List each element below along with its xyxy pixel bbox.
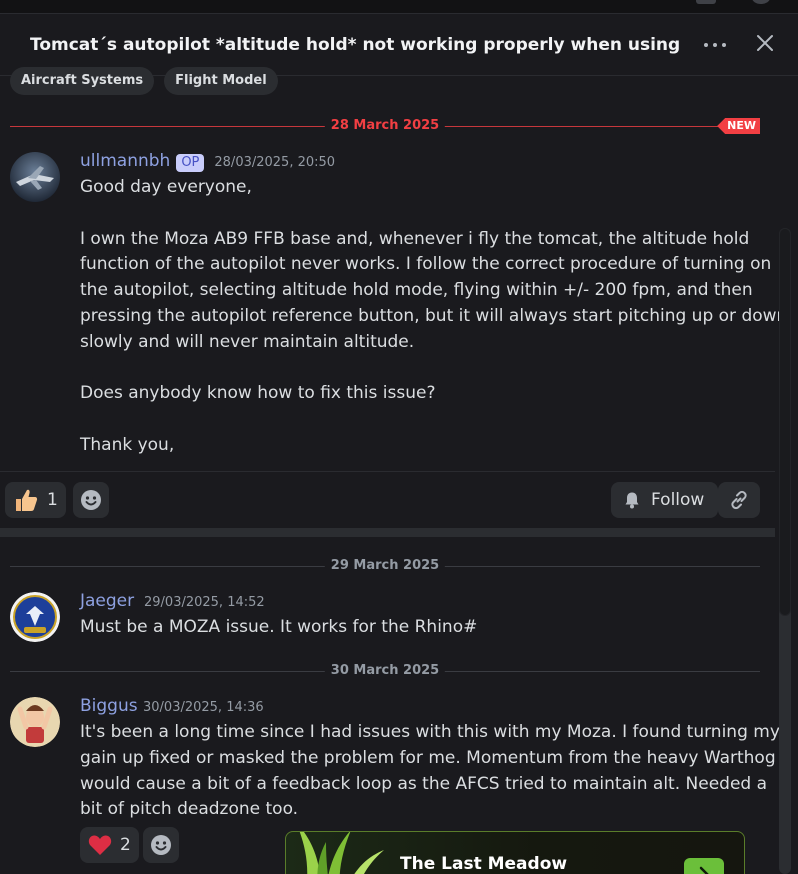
avatar[interactable] xyxy=(10,592,60,642)
reaction-count: 2 xyxy=(120,835,131,855)
date-divider-new: 28 March 2025 NEW xyxy=(10,116,760,136)
message-blank-line xyxy=(80,407,760,433)
thumbs-up-emoji xyxy=(16,489,38,511)
message-line: bit of pitch deadzone too. xyxy=(80,799,299,820)
reaction-heart[interactable]: 2 xyxy=(80,827,139,863)
message-line: It's been a long time since I had issues… xyxy=(80,722,780,742)
add-reaction-button[interactable] xyxy=(73,482,109,518)
message-line: pressing the autopilot reference button,… xyxy=(80,305,788,326)
help-icon[interactable] xyxy=(752,0,770,4)
message-line: Must be a MOZA issue. It works for the R… xyxy=(80,617,478,637)
message-line: would cause a bit of a feedback loop as … xyxy=(80,773,768,794)
avatar[interactable] xyxy=(10,697,60,747)
timestamp: 28/03/2025, 20:50 xyxy=(214,155,336,170)
link-icon xyxy=(731,490,747,510)
follow-label: Follow xyxy=(651,490,705,510)
heart-emoji xyxy=(88,835,112,855)
date-divider-label: 28 March 2025 xyxy=(324,118,446,133)
message-body: It's been a long time since I had issues… xyxy=(80,720,780,823)
tag-flight-model[interactable]: Flight Model xyxy=(164,67,278,95)
divider-line xyxy=(0,471,775,472)
message-body: Must be a MOZA issue. It works for the R… xyxy=(80,615,760,641)
op-badge: OP xyxy=(176,154,205,172)
message-line: gain up fixed or masked the problem for … xyxy=(80,747,776,768)
close-icon[interactable] xyxy=(752,30,778,56)
op-separator xyxy=(0,528,775,537)
message-line: Thank you, xyxy=(80,434,175,455)
follow-button[interactable]: Follow xyxy=(611,482,719,518)
new-badge: NEW xyxy=(717,118,760,134)
message-line: the autopilot, selecting altitude hold m… xyxy=(80,280,753,301)
add-reaction-icon xyxy=(151,835,171,855)
message-line: slowly and will never maintain altitude. xyxy=(80,331,415,352)
avatar[interactable] xyxy=(10,152,60,202)
thread-tags: Aircraft Systems Flight Model xyxy=(10,67,278,95)
message-line: function of the autopilot never works. I… xyxy=(80,254,772,275)
author-name[interactable]: Jaeger xyxy=(80,591,134,611)
add-reaction-icon xyxy=(81,490,101,510)
tag-aircraft-systems[interactable]: Aircraft Systems xyxy=(10,67,155,95)
reaction-thumbs-up[interactable]: 1 xyxy=(5,482,66,518)
top-strip xyxy=(0,0,798,14)
message-body: Good day everyone, I own the Moza AB9 FF… xyxy=(80,175,788,459)
reaction-count: 1 xyxy=(47,490,58,510)
promo-title: The Last Meadow xyxy=(400,854,568,874)
message-blank-line xyxy=(80,356,760,382)
message-line: I own the Moza AB9 FFB base and, wheneve… xyxy=(80,228,750,249)
thread-title: Tomcat´s autopilot *altitude hold* not w… xyxy=(30,35,684,55)
promo-card[interactable]: The Last Meadow xyxy=(285,831,745,874)
date-divider: 30 March 2025 xyxy=(10,661,760,681)
date-divider-label: 29 March 2025 xyxy=(324,558,446,573)
grass-icon xyxy=(299,832,384,874)
timestamp: 29/03/2025, 14:52 xyxy=(144,595,265,610)
message-line: Good day everyone, xyxy=(80,177,252,197)
author-name[interactable]: ullmannbh xyxy=(80,151,170,171)
chevron-right-icon[interactable] xyxy=(684,858,724,874)
message-blank-line xyxy=(80,201,760,227)
bell-icon xyxy=(625,492,639,509)
author-name[interactable]: Biggus xyxy=(80,696,138,716)
timestamp: 30/03/2025, 14:36 xyxy=(143,700,264,715)
more-horizontal-icon[interactable] xyxy=(702,34,728,56)
message-line: Does anybody know how to fix this issue? xyxy=(80,383,436,404)
inbox-icon[interactable] xyxy=(696,0,716,4)
scrollbar-thumb[interactable] xyxy=(779,228,791,616)
date-divider: 29 March 2025 xyxy=(10,556,760,576)
copy-link-button[interactable] xyxy=(718,482,760,518)
add-reaction-button[interactable] xyxy=(143,827,179,863)
date-divider-label: 30 March 2025 xyxy=(324,663,446,678)
